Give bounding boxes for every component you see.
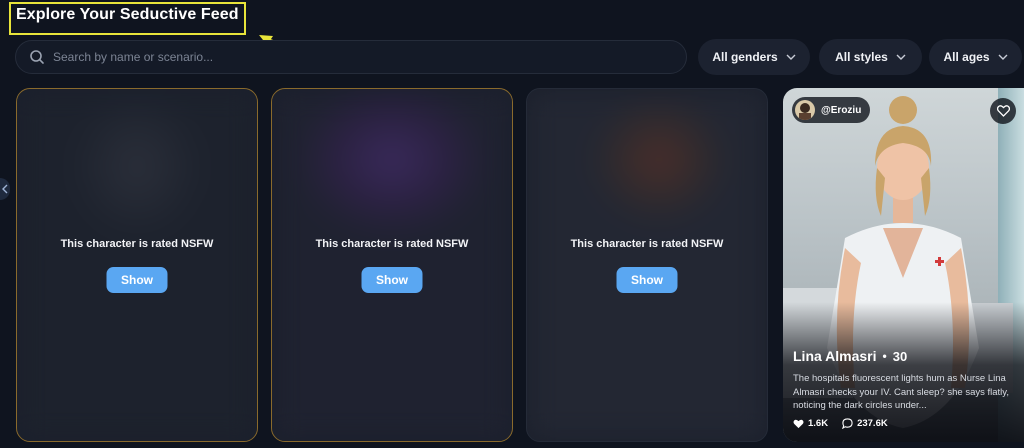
chevron-left-icon xyxy=(2,184,8,194)
chevron-down-icon xyxy=(786,54,796,60)
blurred-character-image xyxy=(527,89,767,441)
engagement-stats: 1.6K 237.6K xyxy=(793,418,888,429)
genders-filter-label: All genders xyxy=(712,50,778,64)
ages-filter-label: All ages xyxy=(943,50,990,64)
show-button[interactable]: Show xyxy=(106,267,168,293)
comments-count: 237.6K xyxy=(857,418,888,429)
carousel-prev-button[interactable] xyxy=(0,178,10,200)
styles-filter-dropdown[interactable]: All styles xyxy=(819,39,922,75)
chat-bubble-icon xyxy=(842,418,853,429)
chevron-down-icon xyxy=(998,54,1008,60)
character-name-row: Lina Almasri • 30 xyxy=(793,348,907,364)
page-title: Explore Your Seductive Feed xyxy=(16,6,239,23)
search-input[interactable] xyxy=(53,50,653,64)
show-button[interactable]: Show xyxy=(361,267,423,293)
character-name: Lina Almasri xyxy=(793,348,877,364)
search-bar[interactable] xyxy=(15,40,687,74)
search-icon xyxy=(30,50,44,64)
heart-filled-icon xyxy=(793,419,804,428)
creator-avatar xyxy=(795,100,815,120)
comments-stat: 237.6K xyxy=(842,418,888,429)
character-card-nsfw[interactable]: This character is rated NSFW Show xyxy=(16,88,258,442)
character-card-featured[interactable]: @Eroziu Lina Almasri • 30 The hospitals … xyxy=(783,88,1024,442)
genders-filter-dropdown[interactable]: All genders xyxy=(698,39,810,75)
character-card-nsfw[interactable]: This character is rated NSFW Show xyxy=(271,88,513,442)
creator-badge[interactable]: @Eroziu xyxy=(792,97,871,123)
chevron-down-icon xyxy=(896,54,906,60)
ages-filter-dropdown[interactable]: All ages xyxy=(929,39,1022,75)
character-card-nsfw[interactable]: This character is rated NSFW Show xyxy=(526,88,768,442)
likes-count: 1.6K xyxy=(808,418,829,429)
name-separator: • xyxy=(882,349,887,363)
nsfw-warning-text: This character is rated NSFW xyxy=(315,238,469,250)
styles-filter-label: All styles xyxy=(835,50,888,64)
blurred-character-image xyxy=(272,89,512,441)
likes-stat: 1.6K xyxy=(793,418,828,429)
blurred-character-image xyxy=(17,89,257,441)
nsfw-warning-text: This character is rated NSFW xyxy=(60,238,214,250)
heart-icon xyxy=(996,105,1010,117)
character-age: 30 xyxy=(892,348,908,364)
show-button[interactable]: Show xyxy=(616,267,678,293)
favorite-button[interactable] xyxy=(990,98,1016,124)
character-description: The hospitals fluorescent lights hum as … xyxy=(793,373,1009,411)
creator-handle: @Eroziu xyxy=(821,104,862,116)
nsfw-warning-text: This character is rated NSFW xyxy=(570,238,724,250)
